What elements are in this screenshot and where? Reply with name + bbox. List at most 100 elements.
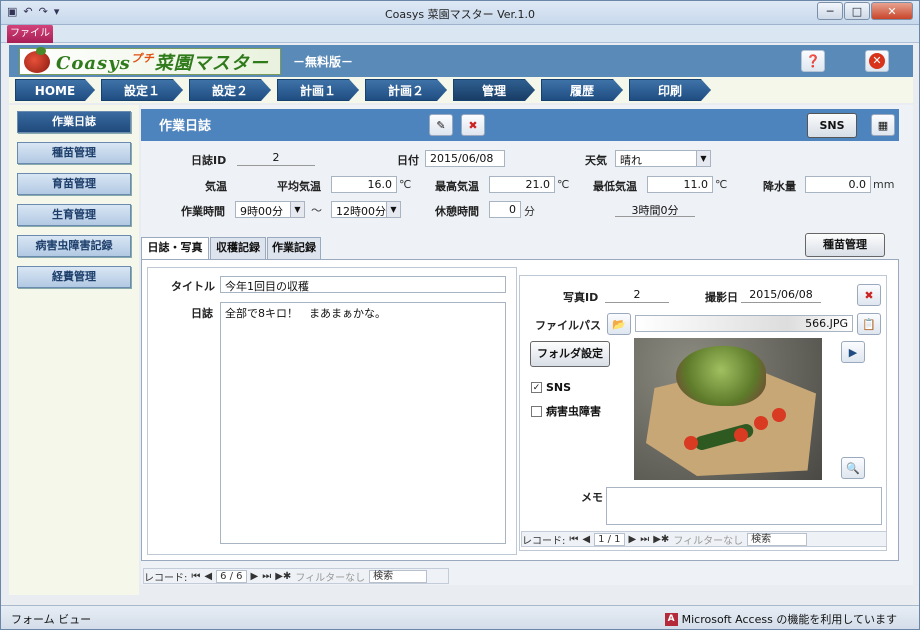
- nav-tab-settings2[interactable]: 設定２: [189, 79, 271, 101]
- sidebar-item-growth[interactable]: 生育管理: [17, 204, 131, 226]
- file-tab[interactable]: ファイル: [7, 25, 53, 43]
- nav-tab-settings1[interactable]: 設定１: [101, 79, 183, 101]
- last-record-icon[interactable]: ⏭: [640, 534, 649, 545]
- last-record-icon[interactable]: ⏭: [262, 571, 271, 582]
- sns-checkbox[interactable]: ✓ SNS: [531, 381, 571, 394]
- max-temp-label: 最高気温: [435, 180, 479, 193]
- break-time-field[interactable]: 0: [489, 201, 521, 218]
- ribbon-strip: ファイル: [1, 25, 919, 43]
- min-temp-label: 最低気温: [593, 180, 637, 193]
- next-record-icon[interactable]: ▶: [251, 571, 259, 582]
- nav-tab-manage[interactable]: 管理: [453, 79, 535, 101]
- app-window: ▣ ↶ ↷ ▾ Coasys 菜園マスター Ver.1.0 ─ □ ✕ ファイル…: [0, 0, 920, 630]
- min-temp-field[interactable]: 11.0: [647, 176, 713, 193]
- maximize-button[interactable]: □: [844, 2, 870, 20]
- tilde-separator: ～: [311, 204, 322, 217]
- date-label: 日付: [397, 154, 419, 167]
- next-record-icon[interactable]: ▶: [629, 534, 637, 545]
- diary-title-field[interactable]: 今年1回目の収穫: [220, 276, 506, 293]
- diary-title-label: タイトル: [171, 280, 215, 293]
- search-input[interactable]: 検索: [747, 532, 808, 546]
- sns-checkbox-label: SNS: [546, 381, 572, 394]
- delete-record-button[interactable]: ✖: [461, 114, 485, 136]
- nav-tab-print[interactable]: 印刷: [629, 79, 711, 101]
- page-title: 作業日誌: [159, 119, 212, 134]
- max-temp-unit: ℃: [557, 178, 570, 191]
- chevron-down-icon[interactable]: ▼: [696, 151, 710, 166]
- pest-checkbox[interactable]: 病害虫障害: [531, 403, 601, 419]
- file-path-field[interactable]: 566.JPG: [635, 315, 853, 332]
- diary-id-value: 2: [237, 151, 315, 166]
- new-record-button[interactable]: ✎: [429, 114, 453, 136]
- tab-harvest[interactable]: 収穫記録: [210, 237, 266, 259]
- next-photo-button[interactable]: ▶: [841, 341, 865, 363]
- delete-record-icon: ✖: [468, 118, 478, 132]
- memo-textarea[interactable]: [606, 487, 882, 525]
- delete-photo-button[interactable]: ✖: [857, 284, 881, 306]
- weather-select[interactable]: 晴れ ▼: [615, 150, 711, 167]
- file-path-label: ファイルパス: [535, 319, 601, 332]
- new-record-icon[interactable]: ▶✱: [275, 571, 291, 582]
- sidebar-item-seedlings[interactable]: 育苗管理: [17, 173, 131, 195]
- filter-status[interactable]: フィルターなし: [295, 569, 365, 584]
- tab-diary-photo[interactable]: 日誌・写真: [141, 237, 209, 261]
- new-record-icon[interactable]: ▶✱: [653, 534, 669, 545]
- exit-button[interactable]: ✕: [865, 50, 889, 72]
- chevron-down-icon[interactable]: ▼: [386, 202, 400, 217]
- prev-record-icon[interactable]: ◀: [204, 571, 212, 582]
- date-field[interactable]: 2015/06/08: [425, 150, 505, 167]
- first-record-icon[interactable]: ⏮: [191, 571, 200, 582]
- close-icon: ✕: [869, 53, 885, 69]
- rain-field[interactable]: 0.0: [805, 176, 871, 193]
- first-record-icon[interactable]: ⏮: [569, 534, 578, 545]
- sidebar-item-seeds[interactable]: 種苗管理: [17, 142, 131, 164]
- nav-tab-home[interactable]: HOME: [15, 79, 95, 101]
- start-time-select[interactable]: 9時00分 ▼: [235, 201, 305, 218]
- prev-record-icon[interactable]: ◀: [582, 534, 590, 545]
- folder-settings-button[interactable]: フォルダ設定: [530, 341, 610, 367]
- clipboard-icon: 📋: [862, 317, 876, 331]
- help-icon: ❓: [805, 54, 821, 68]
- end-time-select[interactable]: 12時00分 ▼: [331, 201, 401, 218]
- photo-record-navigator: レコード: ⏮ ◀ 1 / 1 ▶ ⏭ ▶✱ フィルターなし 検索: [521, 531, 887, 547]
- close-window-button[interactable]: ✕: [871, 2, 913, 20]
- access-icon: A: [664, 612, 678, 626]
- paste-photo-button[interactable]: 📋: [857, 313, 881, 335]
- work-time-label: 作業時間: [181, 205, 225, 218]
- sidebar-item-expenses[interactable]: 経費管理: [17, 266, 131, 288]
- nav-tab-plan1[interactable]: 計画１: [277, 79, 359, 101]
- break-time-label: 休憩時間: [435, 205, 479, 218]
- minimize-button[interactable]: ─: [817, 2, 843, 20]
- filter-status[interactable]: フィルターなし: [673, 532, 743, 547]
- avg-temp-unit: ℃: [399, 178, 412, 191]
- zoom-photo-button[interactable]: 🔍: [841, 457, 865, 479]
- help-button[interactable]: ❓: [801, 50, 825, 72]
- open-folder-button[interactable]: 📂: [607, 313, 631, 335]
- diary-body-label: 日誌: [191, 307, 213, 320]
- photo-date-label: 撮影日: [705, 291, 738, 304]
- max-temp-field[interactable]: 21.0: [489, 176, 555, 193]
- sidebar-item-diary[interactable]: 作業日誌: [17, 111, 131, 133]
- diary-body-textarea[interactable]: 全部で8キロ！ まあまぁかな。: [220, 302, 506, 544]
- nav-tab-history[interactable]: 履歴: [541, 79, 623, 101]
- title-bar: ▣ ↶ ↷ ▾ Coasys 菜園マスター Ver.1.0 ─ □ ✕: [1, 1, 919, 25]
- avg-temp-field[interactable]: 16.0: [331, 176, 397, 193]
- new-record-icon: ✎: [436, 118, 446, 132]
- chevron-down-icon[interactable]: ▼: [290, 202, 304, 217]
- record-label: レコード:: [522, 535, 566, 547]
- avg-temp-label: 平均気温: [277, 180, 321, 193]
- sidebar-item-pests[interactable]: 病害虫障害記録: [17, 235, 131, 257]
- folder-icon: 📂: [612, 317, 626, 331]
- temp-label: 気温: [205, 180, 227, 193]
- record-position[interactable]: 1 / 1: [594, 532, 625, 546]
- vegetable-logo-icon: [24, 46, 50, 73]
- search-input[interactable]: 検索: [369, 569, 428, 583]
- sns-button[interactable]: SNS: [807, 113, 857, 138]
- pest-checkbox-label: 病害虫障害: [546, 405, 601, 418]
- record-position[interactable]: 6 / 6: [216, 569, 247, 583]
- tab-work[interactable]: 作業記録: [267, 237, 321, 259]
- logo-main: 菜園マスター: [154, 52, 269, 74]
- nav-tab-plan2[interactable]: 計画２: [365, 79, 447, 101]
- seed-manage-button[interactable]: 種苗管理: [805, 233, 885, 257]
- calendar-button[interactable]: ▦: [871, 114, 895, 136]
